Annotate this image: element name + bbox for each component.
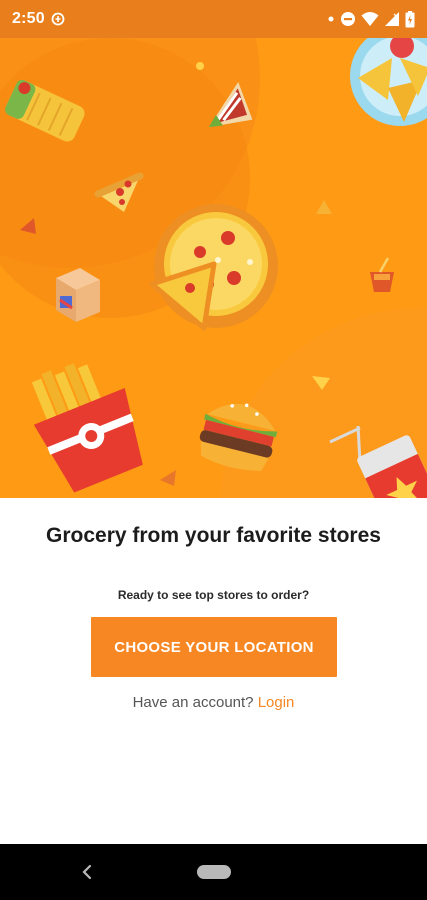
navigation-bar [0,844,427,900]
status-left: 2:50 [12,10,65,28]
choose-location-button[interactable]: CHOOSE YOUR LOCATION [91,617,337,677]
status-right [327,10,415,28]
back-chevron-icon[interactable] [74,858,100,886]
battery-icon [405,10,415,28]
notification-dot-icon [327,15,335,23]
hero-illustration [0,38,427,498]
status-bar: 2:50 [0,0,427,38]
signal-icon [384,11,400,27]
headline: Grocery from your favorite stores [46,524,381,547]
nachos-icon [350,38,427,126]
do-not-disturb-icon [340,11,356,27]
gift-box-icon [56,268,100,322]
login-link[interactable]: Login [258,694,295,711]
home-pill-icon[interactable] [197,865,231,879]
status-time: 2:50 [12,10,45,27]
account-prompt: Have an account? [132,694,254,711]
fries-icon [31,363,143,493]
subtitle: Ready to see top stores to order? [117,588,310,602]
account-prompt-line: Have an account? Login [0,694,427,711]
data-saver-icon [51,12,65,26]
drink-cup-icon [370,257,394,292]
wifi-icon [361,11,379,27]
